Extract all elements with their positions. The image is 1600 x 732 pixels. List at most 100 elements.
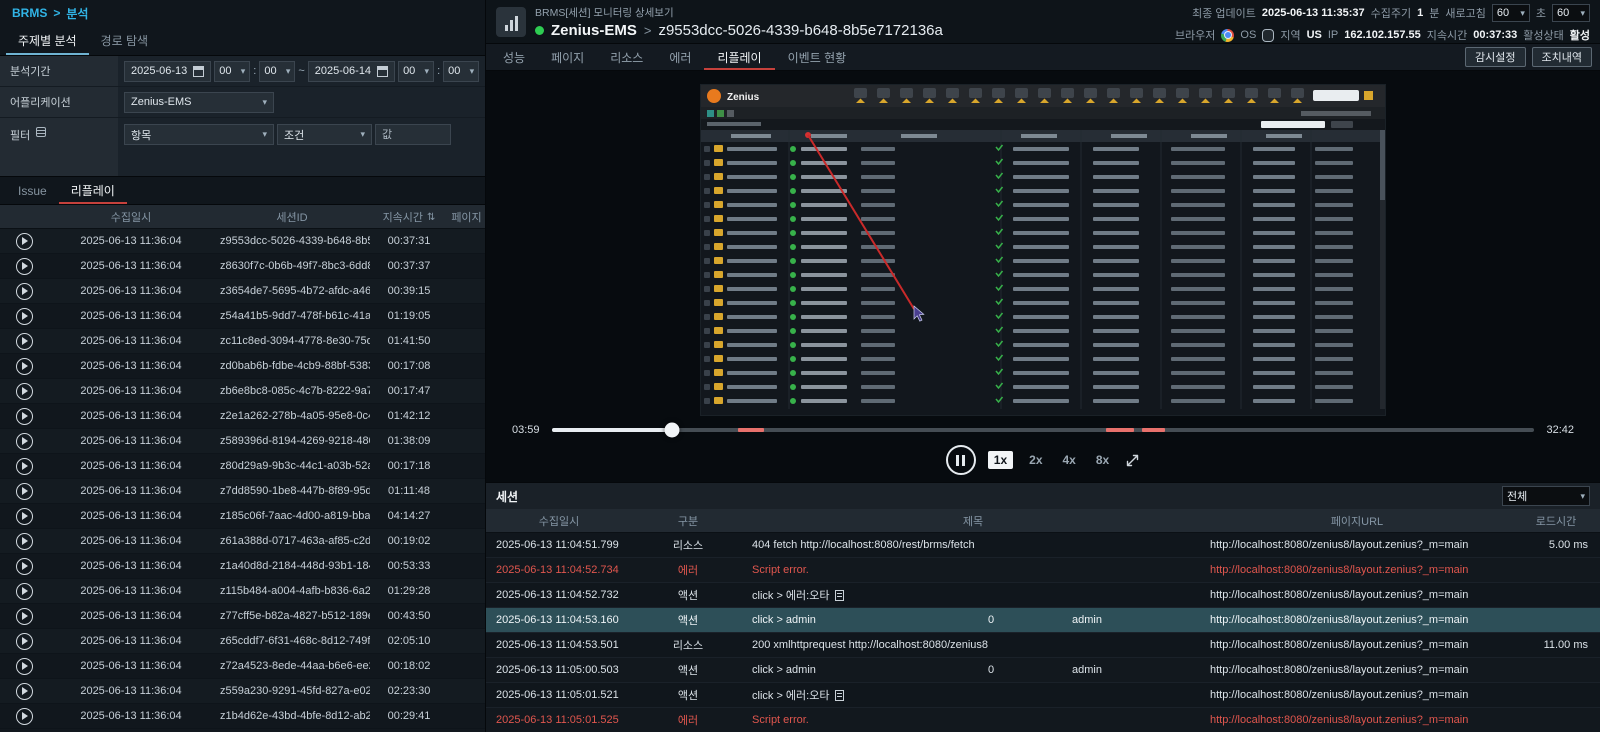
- session-event-row[interactable]: 2025-06-13 11:05:00.503 액션 click > admin…: [486, 658, 1600, 683]
- date-to-input[interactable]: 2025-06-14: [308, 61, 395, 82]
- table-row[interactable]: 2025-06-13 11:36:04 z80d29a9-9b3c-44c1-a…: [0, 454, 485, 479]
- date-from-input[interactable]: 2025-06-13: [124, 61, 211, 82]
- minute-from-select[interactable]: 00: [259, 61, 295, 82]
- play-button[interactable]: [16, 458, 33, 475]
- refresh-interval-select-2[interactable]: 60: [1552, 4, 1590, 22]
- filter-field-select[interactable]: 항목: [124, 124, 274, 145]
- play-button[interactable]: [16, 708, 33, 725]
- play-button[interactable]: [16, 233, 33, 250]
- hour-to-select[interactable]: 00: [398, 61, 434, 82]
- fullscreen-button[interactable]: [1125, 453, 1140, 468]
- tab-resources[interactable]: 리소스: [597, 44, 656, 70]
- play-button[interactable]: [16, 633, 33, 650]
- calendar-icon[interactable]: [193, 66, 204, 77]
- play-button[interactable]: [16, 508, 33, 525]
- filter-value-input[interactable]: [375, 124, 451, 145]
- tab-errors[interactable]: 에러: [656, 44, 704, 70]
- play-button[interactable]: [16, 583, 33, 600]
- play-button[interactable]: [16, 308, 33, 325]
- play-button[interactable]: [16, 483, 33, 500]
- filter-icon[interactable]: [36, 127, 46, 137]
- table-row[interactable]: 2025-06-13 11:36:04 z589396d-8194-4269-9…: [0, 429, 485, 454]
- error-marker[interactable]: [1142, 428, 1165, 432]
- session-event-row[interactable]: 2025-06-13 11:05:01.521 액션 click > 에러:오타…: [486, 683, 1600, 708]
- tab-path-explore[interactable]: 경로 탐색: [89, 26, 161, 55]
- colon-separator: :: [253, 65, 256, 77]
- application-select[interactable]: Zenius-EMS: [124, 92, 274, 113]
- tab-performance[interactable]: 성능: [490, 44, 538, 70]
- refresh-interval-select[interactable]: 60: [1492, 4, 1530, 22]
- play-button[interactable]: [16, 533, 33, 550]
- minute-to-select[interactable]: 00: [443, 61, 479, 82]
- play-button[interactable]: [16, 608, 33, 625]
- play-button[interactable]: [16, 283, 33, 300]
- speed-2x-button[interactable]: 2x: [1025, 451, 1046, 469]
- pause-button[interactable]: [946, 445, 976, 475]
- play-button[interactable]: [16, 683, 33, 700]
- session-event-row[interactable]: 2025-06-13 11:04:52.734 에러 Script error.…: [486, 558, 1600, 583]
- tab-issue[interactable]: Issue: [6, 177, 59, 204]
- breadcrumb-root[interactable]: BRMS: [12, 6, 47, 20]
- timeline-track[interactable]: [552, 428, 1535, 432]
- table-row[interactable]: 2025-06-13 11:36:04 z7dd8590-1be8-447b-8…: [0, 479, 485, 504]
- row-duration: 02:23:30: [370, 685, 448, 697]
- play-button[interactable]: [16, 358, 33, 375]
- event-type-filter-select[interactable]: 전체: [1502, 486, 1590, 506]
- table-row[interactable]: 2025-06-13 11:36:04 z65cddf7-6f31-468c-8…: [0, 629, 485, 654]
- tab-event-status[interactable]: 이벤트 현황: [775, 44, 860, 70]
- session-event-row[interactable]: 2025-06-13 11:04:53.501 리소스 200 xmlhttpr…: [486, 633, 1600, 658]
- error-marker[interactable]: [738, 428, 764, 432]
- tab-replay-list[interactable]: 리플레이: [59, 177, 127, 204]
- session-event-row[interactable]: 2025-06-13 11:04:52.732 액션 click > 에러:오타…: [486, 583, 1600, 608]
- error-marker[interactable]: [1106, 428, 1135, 432]
- table-row[interactable]: 2025-06-13 11:36:04 zd0bab6b-fdbe-4cb9-8…: [0, 354, 485, 379]
- table-row[interactable]: 2025-06-13 11:36:04 zc11c8ed-3094-4778-8…: [0, 329, 485, 354]
- timeline-handle[interactable]: [665, 423, 680, 438]
- play-button[interactable]: [16, 433, 33, 450]
- play-button[interactable]: [16, 333, 33, 350]
- play-button[interactable]: [16, 258, 33, 275]
- table-row[interactable]: 2025-06-13 11:36:04 zb6e8bc8-085c-4c7b-8…: [0, 379, 485, 404]
- action-history-button[interactable]: 조치내역: [1532, 47, 1592, 67]
- play-button[interactable]: [16, 383, 33, 400]
- row-session-id: z77cff5e-b82a-4827-b512-189e92: [214, 610, 370, 622]
- play-button[interactable]: [16, 558, 33, 575]
- ip-value: 162.102.157.55: [1344, 29, 1420, 41]
- sort-icon[interactable]: [427, 211, 435, 223]
- calendar-icon[interactable]: [377, 66, 388, 77]
- tab-pages[interactable]: 페이지: [538, 44, 597, 70]
- table-row[interactable]: 2025-06-13 11:36:04 z8630f7c-0b6b-49f7-8…: [0, 254, 485, 279]
- note-icon[interactable]: [835, 590, 844, 601]
- note-icon[interactable]: [835, 690, 844, 701]
- play-icon: [22, 337, 28, 345]
- speed-1x-button[interactable]: 1x: [988, 451, 1013, 469]
- table-row[interactable]: 2025-06-13 11:36:04 z559a230-9291-45fd-8…: [0, 679, 485, 704]
- table-row[interactable]: 2025-06-13 11:36:04 z9553dcc-5026-4339-b…: [0, 229, 485, 254]
- speed-8x-button[interactable]: 8x: [1092, 451, 1113, 469]
- timeline-total-time: 32:42: [1546, 424, 1574, 436]
- table-row[interactable]: 2025-06-13 11:36:04 z2e1a262-278b-4a05-9…: [0, 404, 485, 429]
- row-collected-at: 2025-06-13 11:36:04: [48, 360, 214, 372]
- table-row[interactable]: 2025-06-13 11:36:04 z77cff5e-b82a-4827-b…: [0, 604, 485, 629]
- speed-4x-button[interactable]: 4x: [1059, 451, 1080, 469]
- event-time: 2025-06-13 11:04:53.160: [486, 614, 632, 626]
- table-row[interactable]: 2025-06-13 11:36:04 z54a41b5-9dd7-478f-b…: [0, 304, 485, 329]
- play-button[interactable]: [16, 658, 33, 675]
- session-event-row[interactable]: 2025-06-13 11:04:53.160 액션 click > admin…: [486, 608, 1600, 633]
- table-row[interactable]: 2025-06-13 11:36:04 z115b484-a004-4afb-b…: [0, 579, 485, 604]
- table-row[interactable]: 2025-06-13 11:36:04 z185c06f-7aac-4d00-a…: [0, 504, 485, 529]
- table-row[interactable]: 2025-06-13 11:36:04 z61a388d-0717-463a-a…: [0, 529, 485, 554]
- play-button[interactable]: [16, 408, 33, 425]
- session-event-row[interactable]: 2025-06-13 11:04:51.799 리소스 404 fetch ht…: [486, 533, 1600, 558]
- tab-replay[interactable]: 리플레이: [704, 44, 774, 70]
- session-event-row[interactable]: 2025-06-13 11:05:01.525 에러 Script error.…: [486, 708, 1600, 732]
- filter-condition-select[interactable]: 조건: [277, 124, 372, 145]
- tab-subject-analysis[interactable]: 주제별 분석: [6, 26, 89, 55]
- row-session-id: z8630f7c-0b6b-49f7-8bc3-6dd800: [214, 260, 370, 272]
- table-row[interactable]: 2025-06-13 11:36:04 z1a40d8d-2184-448d-9…: [0, 554, 485, 579]
- table-row[interactable]: 2025-06-13 11:36:04 z1b4d62e-43bd-4bfe-8…: [0, 704, 485, 729]
- watch-settings-button[interactable]: 감시설정: [1465, 47, 1525, 67]
- hour-from-select[interactable]: 00: [214, 61, 250, 82]
- table-row[interactable]: 2025-06-13 11:36:04 z3654de7-5695-4b72-a…: [0, 279, 485, 304]
- table-row[interactable]: 2025-06-13 11:36:04 z72a4523-8ede-44aa-b…: [0, 654, 485, 679]
